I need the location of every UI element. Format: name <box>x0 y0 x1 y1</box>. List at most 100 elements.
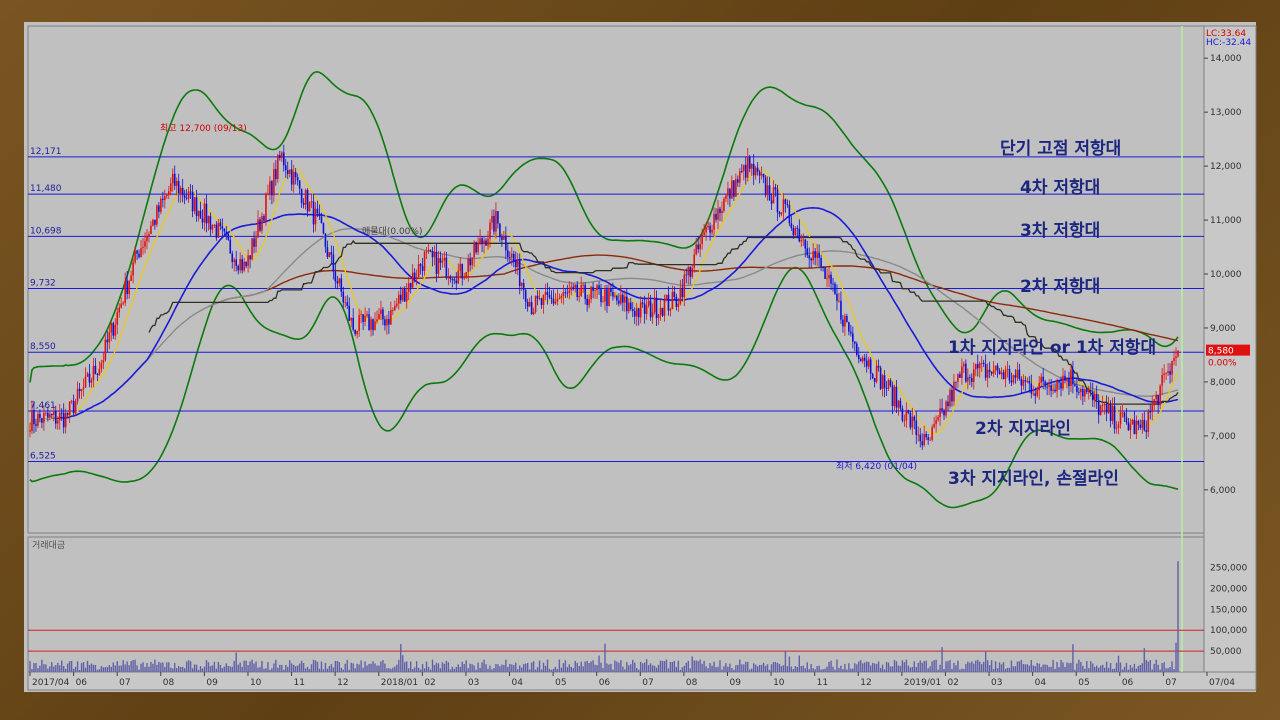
volume-bar <box>517 669 519 672</box>
volume-bar <box>118 665 120 672</box>
candle <box>725 195 727 199</box>
candle <box>760 173 763 176</box>
candle <box>939 408 941 418</box>
volume-bar <box>1175 642 1177 672</box>
volume-bar <box>907 665 910 672</box>
volume-bar <box>102 667 105 672</box>
volume-bar <box>1111 668 1114 672</box>
candle <box>150 225 152 235</box>
candle <box>1084 389 1086 397</box>
volume-bar <box>229 666 231 672</box>
volume-bar <box>657 664 660 672</box>
candle <box>524 290 527 302</box>
volume-bar <box>873 663 876 672</box>
chart-canvas[interactable]: 6,000 7,000 8,000 9,000 10,000 11,000 12,000 13… <box>0 0 1280 720</box>
volume-bar <box>384 663 386 672</box>
candle <box>735 179 737 197</box>
volume-bar <box>35 663 37 672</box>
volume-bar <box>647 665 650 672</box>
volume-bar <box>322 669 325 672</box>
candle <box>310 201 313 203</box>
volume-bar <box>521 667 523 672</box>
volume-bar <box>443 663 446 672</box>
candle <box>852 333 854 342</box>
candle <box>566 292 569 294</box>
candle <box>762 173 765 178</box>
volume-bar <box>348 669 350 672</box>
candle <box>469 258 471 266</box>
volume-bar <box>1070 662 1072 672</box>
candle <box>231 253 234 263</box>
candle <box>1085 389 1088 393</box>
volume-bar <box>637 669 640 672</box>
x-tick-label: 10 <box>250 678 262 688</box>
candle <box>509 257 511 259</box>
candle <box>1026 380 1029 382</box>
candle <box>1022 380 1025 386</box>
volume-bar <box>433 664 436 672</box>
volume-bar <box>856 664 858 672</box>
volume-bar <box>235 652 237 672</box>
volume-bar <box>92 664 95 672</box>
volume-bar <box>977 659 979 672</box>
x-tick-label: 07 <box>119 678 130 688</box>
candle <box>959 374 961 378</box>
volume-bar <box>897 665 900 672</box>
volume-bar <box>332 667 335 672</box>
candle <box>967 377 969 382</box>
volume-bar <box>522 664 525 672</box>
volume-bar <box>810 663 812 672</box>
volume-bar <box>457 664 459 672</box>
volume-bar <box>221 667 224 672</box>
volume-bar <box>1008 667 1011 672</box>
volume-bar <box>507 666 509 672</box>
candle <box>836 293 838 301</box>
candle <box>655 297 658 319</box>
volume-bar <box>764 665 767 672</box>
candle <box>1082 388 1084 397</box>
candle <box>1006 368 1009 370</box>
volume-bar <box>1012 666 1015 672</box>
candle <box>544 291 547 295</box>
y-tick-label: 14,000 <box>1210 54 1242 64</box>
candle <box>844 315 846 327</box>
candle <box>187 191 190 199</box>
volume-bar <box>148 666 150 672</box>
candle <box>60 412 63 414</box>
candle <box>697 244 699 250</box>
candle <box>978 363 981 369</box>
volume-bar <box>994 661 997 672</box>
volume-bar <box>499 666 501 672</box>
volume-bar <box>620 660 622 672</box>
volume-bar <box>429 669 432 672</box>
candle <box>637 308 640 318</box>
candle <box>1018 369 1021 379</box>
candle <box>495 211 497 232</box>
candle <box>1177 350 1179 357</box>
candle <box>661 307 664 316</box>
candle <box>919 434 922 442</box>
volume-bar <box>1103 667 1106 672</box>
volume-bar <box>364 661 366 672</box>
volume-bar <box>350 662 352 672</box>
candle <box>885 388 888 389</box>
volume-bar <box>715 667 717 672</box>
volume-bar <box>915 666 917 672</box>
candle <box>360 314 362 316</box>
volume-bar <box>1042 664 1044 672</box>
volume-bar <box>1032 665 1034 672</box>
candle <box>1048 385 1050 387</box>
candle <box>897 400 900 408</box>
candle <box>1058 381 1060 383</box>
candle <box>78 388 81 392</box>
x-tick-label: 06 <box>76 678 88 688</box>
candle <box>935 420 937 425</box>
volume-bar <box>402 655 404 672</box>
candle <box>818 253 820 258</box>
candle <box>175 180 178 186</box>
candle <box>810 258 812 261</box>
volume-bar <box>152 663 154 672</box>
candle <box>160 198 162 212</box>
candle <box>574 284 577 288</box>
volume-bar <box>134 659 136 672</box>
